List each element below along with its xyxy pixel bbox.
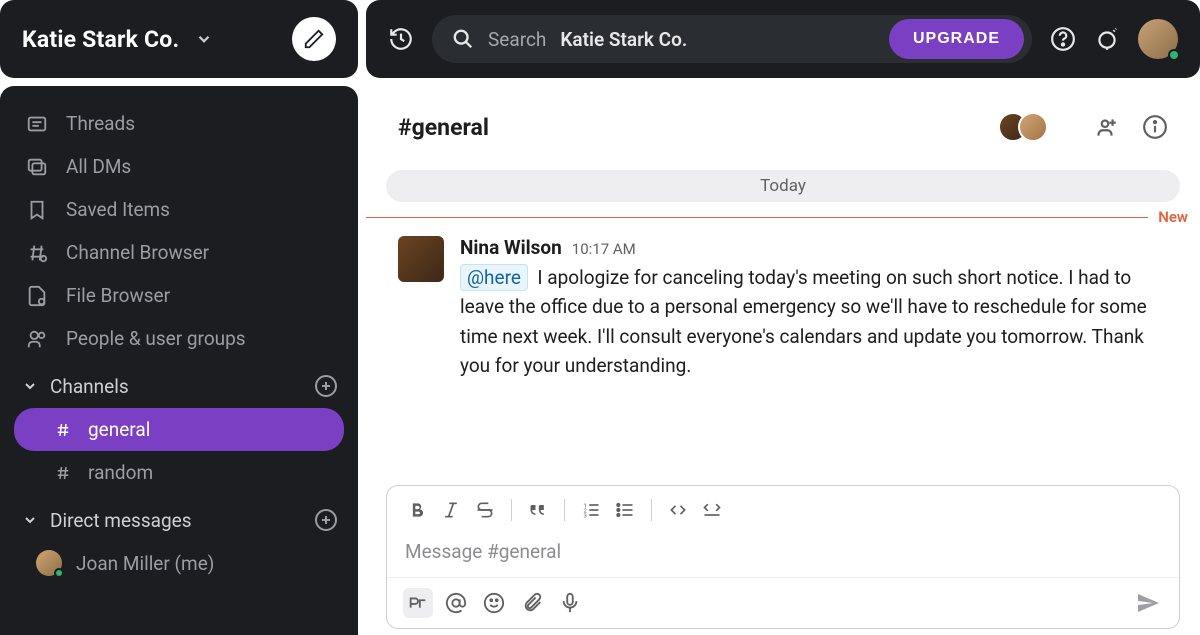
- header-actions: [1092, 114, 1168, 140]
- nav-threads[interactable]: Threads: [0, 102, 358, 145]
- top-bar: Search Katie Stark Co. UPGRADE: [366, 0, 1200, 78]
- nav-label: Channel Browser: [66, 241, 209, 264]
- file-browser-icon: [26, 285, 48, 307]
- channels-label: Channels: [50, 375, 129, 398]
- nav-people[interactable]: People & user groups: [0, 317, 358, 360]
- composer-input[interactable]: Message #general: [387, 534, 1179, 577]
- nav-label: People & user groups: [66, 327, 246, 350]
- channel-random[interactable]: random: [14, 451, 344, 494]
- message-text: @here I apologize for canceling today's …: [460, 263, 1168, 381]
- add-dm-button[interactable]: [314, 508, 338, 532]
- nav-label: Saved Items: [66, 198, 170, 221]
- dms-icon: [26, 156, 48, 178]
- nav-channel-browser[interactable]: Channel Browser: [0, 231, 358, 274]
- compose-button[interactable]: [292, 17, 336, 61]
- toolbar-divider: [651, 499, 652, 521]
- presence-indicator: [1168, 49, 1180, 61]
- nav-saved-items[interactable]: Saved Items: [0, 188, 358, 231]
- chevron-down-icon: [195, 30, 213, 48]
- history-icon[interactable]: [388, 26, 414, 52]
- date-divider: Today: [386, 170, 1180, 202]
- add-people-icon[interactable]: [1092, 114, 1118, 140]
- format-toolbar: 123: [387, 486, 1179, 534]
- emoji-button[interactable]: [479, 588, 509, 618]
- message-avatar[interactable]: [398, 236, 444, 282]
- new-label: New: [1148, 208, 1200, 226]
- message-header: Nina Wilson 10:17 AM: [460, 236, 1168, 259]
- composer: 123 Message #general: [386, 485, 1180, 629]
- search-box[interactable]: Search Katie Stark Co. UPGRADE: [432, 15, 1032, 63]
- blockquote-button[interactable]: [524, 496, 552, 524]
- presence-indicator: [54, 568, 64, 578]
- channel-general[interactable]: general: [14, 408, 344, 451]
- sidebar: Katie Stark Co. Threads All DMs Saved It…: [0, 0, 358, 635]
- channel-header: #general: [366, 86, 1200, 166]
- ordered-list-button[interactable]: 123: [577, 496, 605, 524]
- toolbar-divider: [511, 499, 512, 521]
- code-button[interactable]: [664, 496, 692, 524]
- dm-label: Joan Miller (me): [76, 552, 214, 575]
- channel-browser-icon: [26, 242, 48, 264]
- chevron-down-icon: [22, 378, 38, 394]
- sidebar-body: Threads All DMs Saved Items Channel Brow…: [0, 86, 358, 635]
- channel-title[interactable]: #general: [398, 114, 489, 141]
- formatting-toggle-button[interactable]: [403, 588, 433, 618]
- add-channel-button[interactable]: [314, 374, 338, 398]
- hash-icon: [54, 464, 72, 482]
- mention-here[interactable]: @here: [460, 264, 528, 291]
- member-avatars[interactable]: [1008, 112, 1048, 142]
- composer-bottom-toolbar: [387, 577, 1179, 628]
- bold-button[interactable]: [403, 496, 431, 524]
- threads-icon: [26, 113, 48, 135]
- chevron-down-icon: [22, 512, 38, 528]
- attach-button[interactable]: [517, 588, 547, 618]
- strikethrough-button[interactable]: [471, 496, 499, 524]
- channel-label: general: [88, 418, 150, 441]
- help-icon[interactable]: [1050, 26, 1076, 52]
- people-icon: [26, 328, 48, 350]
- italic-button[interactable]: [437, 496, 465, 524]
- dm-joan-miller[interactable]: Joan Miller (me): [0, 542, 358, 584]
- search-placeholder: Search: [488, 28, 546, 51]
- info-icon[interactable]: [1142, 114, 1168, 140]
- nav-file-browser[interactable]: File Browser: [0, 274, 358, 317]
- svg-text:3: 3: [584, 514, 587, 520]
- message: Nina Wilson 10:17 AM @here I apologize f…: [366, 228, 1200, 393]
- workspace-header[interactable]: Katie Stark Co.: [0, 0, 358, 78]
- send-button[interactable]: [1133, 588, 1163, 618]
- message-body: Nina Wilson 10:17 AM @here I apologize f…: [460, 236, 1168, 381]
- nav-label: All DMs: [66, 155, 131, 178]
- dms-label: Direct messages: [50, 509, 192, 532]
- code-block-button[interactable]: [698, 496, 726, 524]
- message-time: 10:17 AM: [572, 240, 636, 258]
- upgrade-button[interactable]: UPGRADE: [889, 19, 1024, 59]
- workspace-name: Katie Stark Co.: [22, 26, 179, 53]
- content: #general Today New Nina Wilson 10:17 AM: [366, 86, 1200, 635]
- message-author[interactable]: Nina Wilson: [460, 236, 562, 259]
- bookmark-icon: [26, 199, 48, 221]
- search-context: Katie Stark Co.: [560, 28, 687, 51]
- search-icon: [452, 28, 474, 50]
- message-content: I apologize for canceling today's meetin…: [460, 266, 1147, 377]
- user-avatar[interactable]: [1138, 19, 1178, 59]
- hash-icon: [54, 421, 72, 439]
- toolbar-divider: [564, 499, 565, 521]
- dms-section-header[interactable]: Direct messages: [0, 494, 358, 542]
- main: Search Katie Stark Co. UPGRADE #general …: [366, 0, 1200, 635]
- channel-label: random: [88, 461, 153, 484]
- new-divider: New: [366, 208, 1200, 226]
- avatar: [36, 550, 62, 576]
- mention-button[interactable]: [441, 588, 471, 618]
- member-avatar: [1018, 112, 1048, 142]
- channels-section-header[interactable]: Channels: [0, 360, 358, 408]
- mic-button[interactable]: [555, 588, 585, 618]
- nav-all-dms[interactable]: All DMs: [0, 145, 358, 188]
- whats-new-icon[interactable]: [1094, 26, 1120, 52]
- nav-label: Threads: [66, 112, 135, 135]
- top-icons: [1050, 19, 1178, 59]
- bullet-list-button[interactable]: [611, 496, 639, 524]
- nav-label: File Browser: [66, 284, 170, 307]
